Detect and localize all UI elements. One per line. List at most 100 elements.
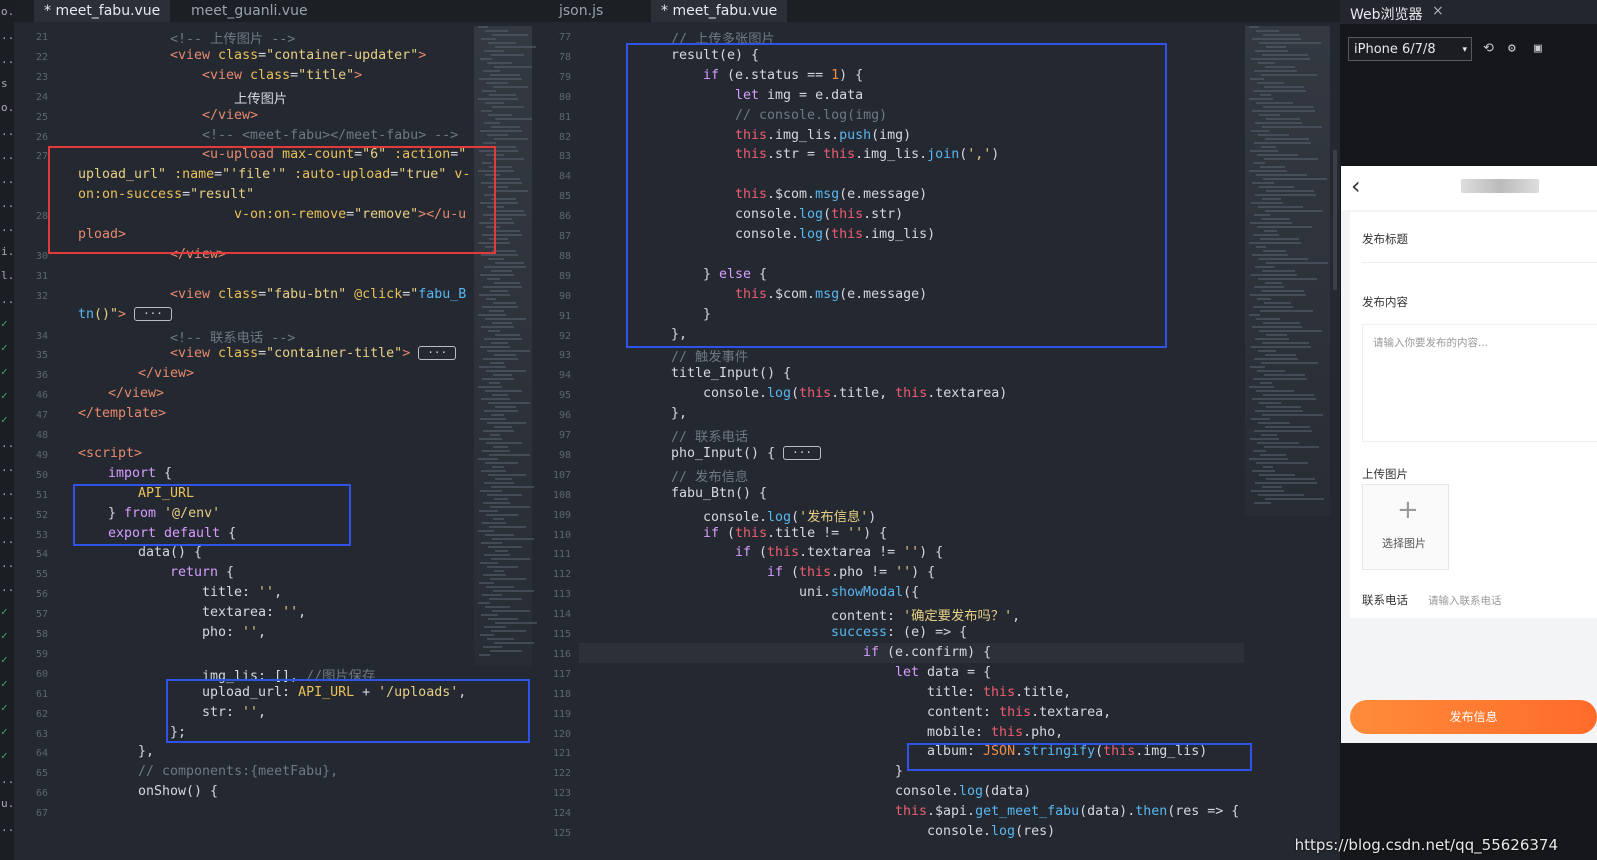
device-select[interactable]: iPhone 6/7/8 ▾ [1348, 37, 1472, 61]
code-line[interactable]: pho: '', [202, 625, 266, 640]
code-line[interactable]: result(e) { [671, 48, 759, 63]
code-line[interactable]: import { [108, 466, 172, 481]
code-line[interactable]: mobile: this.pho, [927, 725, 1063, 740]
code-line[interactable]: <!-- 上传图片 --> [170, 28, 295, 47]
browser-tab[interactable]: Web浏览器 × [1340, 0, 1597, 24]
back-icon[interactable]: ‹ [1351, 172, 1361, 200]
submit-button[interactable]: 发布信息 [1350, 700, 1597, 734]
code-line[interactable]: tn()"> ··· [78, 306, 172, 322]
strip-entry[interactable]: ✓ [0, 696, 14, 720]
code-line[interactable]: console.log(data) [895, 784, 1031, 799]
code-line[interactable]: if (e.confirm) { [863, 645, 991, 660]
code-line[interactable]: upload_url" :name="'file'" :auto-upload=… [78, 167, 470, 182]
code-line[interactable]: // 联系电话 [671, 426, 748, 445]
code-line[interactable]: API_URL [138, 486, 194, 501]
tab-meet-guanli-vue[interactable]: meet_guanli.vue [181, 0, 318, 22]
strip-entry[interactable]: ... [0, 576, 14, 600]
code-line[interactable]: // console.log(img) [735, 108, 887, 123]
code-line[interactable]: <view class="fabu-btn" @click="fabu_B [170, 287, 466, 302]
strip-entry[interactable]: ... [0, 24, 14, 48]
strip-entry[interactable]: ✓ [0, 360, 14, 384]
gear-icon[interactable]: ⚙ [1508, 41, 1516, 56]
strip-entry[interactable]: u... [0, 792, 14, 816]
code-line[interactable]: this.$com.msg(e.message) [735, 287, 927, 302]
strip-entry[interactable]: ... [0, 120, 14, 144]
strip-entry[interactable]: ... [0, 528, 14, 552]
code-line[interactable]: console.log(this.title, this.textarea) [703, 386, 1007, 401]
code-line[interactable]: success: (e) => { [831, 625, 967, 640]
code-line[interactable]: // 触发事件 [671, 346, 748, 365]
code-line[interactable]: img_lis: [], //图片保存 [202, 665, 375, 684]
rotate-icon[interactable]: ⟲ [1483, 41, 1494, 56]
strip-entry[interactable]: ... [0, 288, 14, 312]
minimap-right[interactable] [1245, 26, 1330, 516]
strip-entry[interactable]: ... [0, 432, 14, 456]
strip-entry[interactable]: ✓ [0, 720, 14, 744]
minimap-left[interactable] [474, 26, 537, 666]
code-line[interactable]: let data = { [895, 665, 991, 680]
code-line[interactable]: console.log(this.str) [735, 207, 903, 222]
code-line[interactable]: textarea: '', [202, 605, 306, 620]
code-line[interactable]: </template> [78, 406, 166, 421]
code-line[interactable]: if (this.title != '') { [703, 526, 887, 541]
tab-meet-fabu-vue[interactable]: * meet_fabu.vue [34, 0, 171, 22]
code-line[interactable]: }, [138, 744, 154, 759]
strip-entry[interactable]: ... [0, 144, 14, 168]
code-line[interactable]: </view> [202, 108, 258, 123]
strip-entry[interactable]: ... [0, 816, 14, 840]
strip-entry[interactable]: ✓ [0, 408, 14, 432]
strip-entry[interactable]: ... [0, 552, 14, 576]
strip-entry[interactable]: ✓ [0, 384, 14, 408]
strip-entry[interactable]: ... [0, 768, 14, 792]
strip-entry[interactable]: ... [0, 216, 14, 240]
code-line[interactable]: <script> [78, 446, 142, 461]
code-line[interactable]: // components:{meetFabu}, [138, 764, 338, 779]
code-line[interactable]: <u-upload max-count="6" :action=" [202, 147, 466, 162]
strip-entry[interactable]: ... [0, 168, 14, 192]
code-line[interactable]: console.log(res) [927, 824, 1055, 839]
code-line[interactable]: export default { [108, 526, 236, 541]
strip-entry[interactable]: s [0, 72, 14, 96]
scrollbar-right[interactable] [1333, 150, 1337, 290]
tab-meet-fabu-vue-right[interactable]: * meet_fabu.vue [651, 0, 788, 22]
code-line[interactable]: upload_url: API_URL + '/uploads', [202, 685, 466, 700]
strip-entry[interactable]: ... [0, 192, 14, 216]
code-line[interactable]: on:on-success="result" [78, 187, 254, 202]
folded-code-pill[interactable]: ··· [134, 306, 172, 321]
code-line[interactable]: // 发布信息 [671, 466, 748, 485]
code-line[interactable]: content: this.textarea, [927, 705, 1111, 720]
phone-input[interactable]: 请输入联系电话 [1428, 593, 1502, 608]
screen-icon[interactable]: ▣ [1534, 41, 1542, 56]
code-line[interactable]: console.log('发布信息') [703, 506, 876, 525]
code-line[interactable]: <!-- 联系电话 --> [170, 327, 295, 346]
code-line[interactable]: this.$api.get_meet_fabu(data).then(res =… [895, 804, 1239, 819]
upload-button[interactable]: + 选择图片 [1362, 484, 1449, 570]
code-line[interactable]: </view> [170, 247, 226, 262]
strip-entry[interactable]: ... [0, 480, 14, 504]
strip-entry[interactable]: ✓ [0, 312, 14, 336]
content-textarea[interactable]: 请输入你要发布的内容... [1362, 324, 1597, 442]
code-line[interactable]: <view class="container-title"> ··· [170, 346, 457, 361]
folded-code-pill[interactable]: ··· [783, 445, 821, 460]
code-line[interactable]: let img = e.data [735, 88, 863, 103]
code-line[interactable]: if (this.pho != '') { [767, 565, 935, 580]
code-line[interactable]: content: '确定要发布吗？', [831, 605, 1020, 624]
code-line[interactable]: }, [671, 327, 687, 342]
code-line[interactable]: this.str = this.img_lis.join(',') [735, 147, 999, 162]
code-line[interactable]: uni.showModal({ [799, 585, 919, 600]
code-line[interactable]: pho_Input() {··· [671, 445, 821, 461]
code-line[interactable]: onShow() { [138, 784, 218, 799]
code-line[interactable]: data() { [138, 545, 202, 560]
code-line[interactable]: } [895, 764, 903, 779]
code-line[interactable]: title: '', [202, 585, 282, 600]
code-line[interactable]: v-on:on-remove="remove"></u-u [234, 207, 466, 222]
strip-entry[interactable]: i... [0, 240, 14, 264]
strip-entry[interactable]: ✓ [0, 600, 14, 624]
tab-json-js[interactable]: json.js [549, 0, 613, 22]
strip-entry[interactable]: ... [0, 504, 14, 528]
code-line[interactable]: } [703, 307, 711, 322]
code-line[interactable]: 上传图片 [234, 88, 287, 107]
code-line[interactable]: album: JSON.stringify(this.img_lis) [927, 744, 1207, 759]
strip-entry[interactable]: o... [0, 0, 14, 24]
code-line[interactable]: title_Input() { [671, 366, 791, 381]
